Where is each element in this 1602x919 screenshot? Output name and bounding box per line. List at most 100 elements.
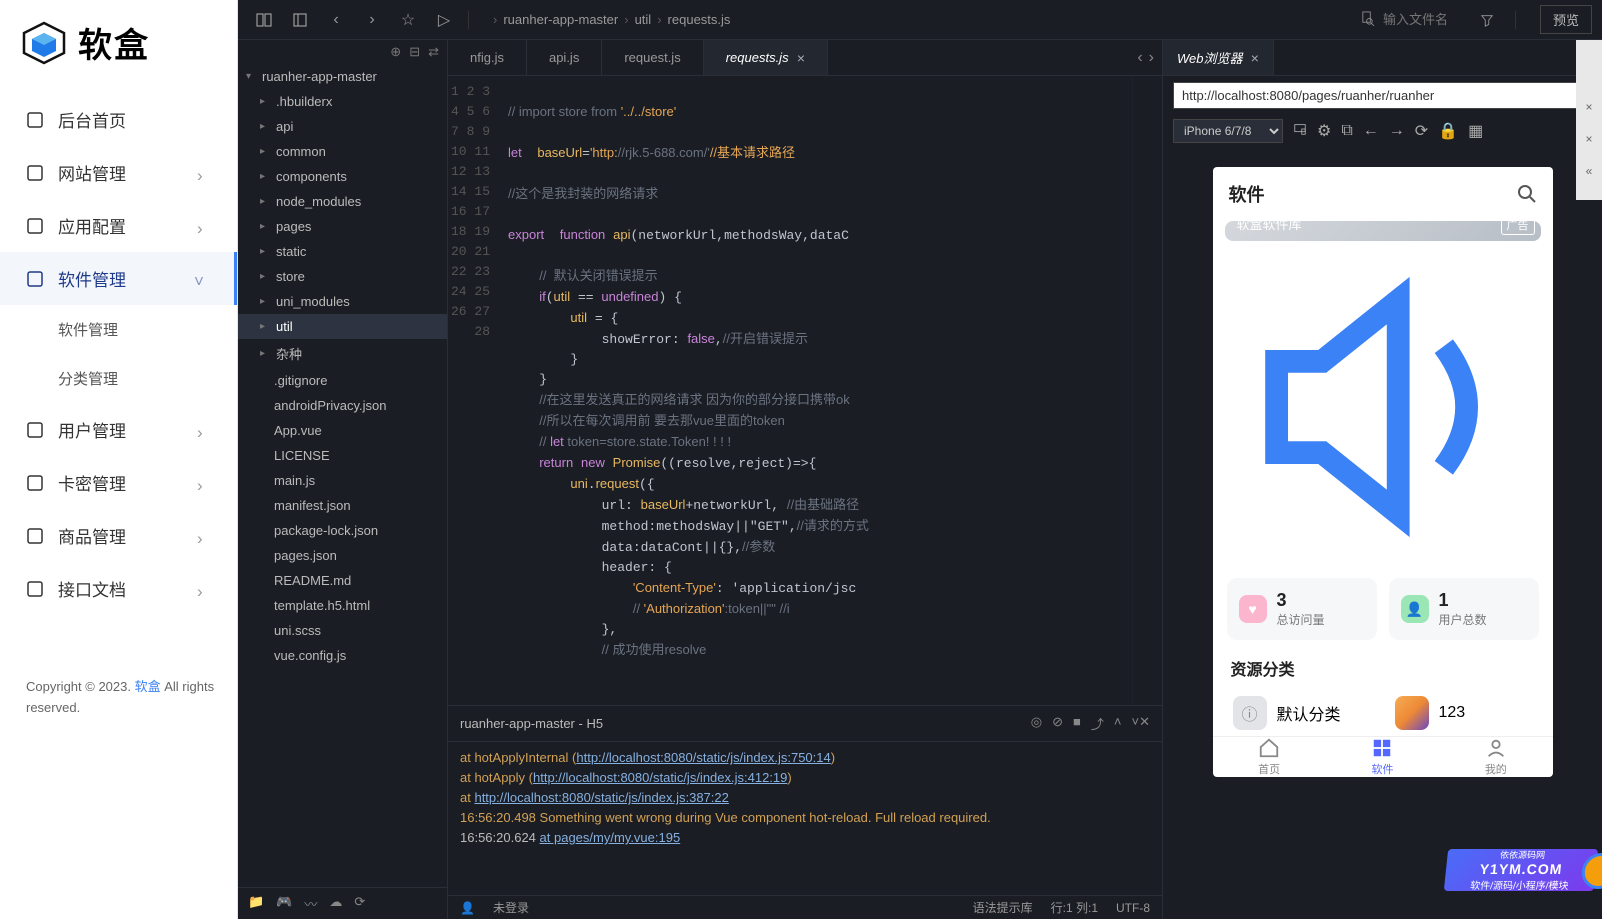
footer-link[interactable]: 软盒 bbox=[135, 679, 161, 694]
search-input[interactable] bbox=[1383, 12, 1463, 27]
close-icon[interactable]: × bbox=[1251, 50, 1259, 66]
tab-scroll-left-icon[interactable]: ‹ bbox=[1137, 49, 1142, 67]
file-item[interactable]: LICENSE bbox=[238, 443, 447, 468]
menu-6[interactable]: 商品管理› bbox=[0, 509, 237, 562]
stat-visits[interactable]: ♥ 3总访问量 bbox=[1227, 578, 1377, 640]
reload-icon[interactable]: ⟳ bbox=[1415, 121, 1428, 141]
preview-tab[interactable]: Web浏览器× bbox=[1163, 40, 1274, 75]
console-up-icon[interactable]: ˄ bbox=[1114, 714, 1122, 733]
announce-bar[interactable] bbox=[1213, 241, 1553, 578]
file-item[interactable]: template.h5.html bbox=[238, 593, 447, 618]
dock-icon[interactable] bbox=[248, 6, 280, 34]
console-target-icon[interactable]: ◎ bbox=[1031, 714, 1042, 733]
status-encoding[interactable]: UTF-8 bbox=[1116, 901, 1150, 915]
submenu-item[interactable]: 软件管理 bbox=[58, 305, 237, 354]
wave-icon[interactable]: 〰 bbox=[304, 894, 317, 913]
folder-static[interactable]: ▸static bbox=[238, 239, 447, 264]
code-area[interactable]: // import store from '../../store' let b… bbox=[498, 76, 1132, 705]
file-item[interactable]: androidPrivacy.json bbox=[238, 393, 447, 418]
folder-common[interactable]: ▸common bbox=[238, 139, 447, 164]
folder-icon[interactable]: 📁 bbox=[248, 894, 264, 913]
console-body[interactable]: at hotApplyInternal (http://localhost:80… bbox=[448, 742, 1162, 895]
back-icon[interactable]: ‹ bbox=[320, 6, 352, 34]
breadcrumb[interactable]: ›ruanher-app-master ›util ›requests.js bbox=[487, 12, 730, 27]
link-icon[interactable]: ⇄ bbox=[428, 44, 439, 60]
file-item[interactable]: vue.config.js bbox=[238, 643, 447, 668]
console-export-icon[interactable]: ⤴ bbox=[1091, 714, 1104, 733]
tab-request.js[interactable]: request.js bbox=[602, 40, 703, 75]
screenshot-icon[interactable]: ⧉ bbox=[1341, 122, 1352, 140]
settings-icon[interactable]: ⚙ bbox=[1317, 121, 1331, 141]
editor-body[interactable]: 1 2 3 4 5 6 7 8 9 10 11 12 13 14 15 16 1… bbox=[448, 76, 1162, 705]
menu-5[interactable]: 卡密管理› bbox=[0, 456, 237, 509]
minimap[interactable] bbox=[1132, 76, 1162, 705]
folder-.hbuilderx[interactable]: ▸.hbuilderx bbox=[238, 89, 447, 114]
panel-icon[interactable] bbox=[284, 6, 316, 34]
folder-util[interactable]: ▸util bbox=[238, 314, 447, 339]
tab-requests.js[interactable]: requests.js× bbox=[704, 40, 828, 75]
menu-2[interactable]: 应用配置› bbox=[0, 199, 237, 252]
lock-icon[interactable]: 🔒 bbox=[1438, 121, 1458, 141]
file-item[interactable]: App.vue bbox=[238, 418, 447, 443]
tab-nfig.js[interactable]: nfig.js bbox=[448, 40, 527, 75]
nav-back-icon[interactable]: ← bbox=[1363, 122, 1379, 140]
crumb-1[interactable]: util bbox=[635, 12, 652, 27]
folder-node_modules[interactable]: ▸node_modules bbox=[238, 189, 447, 214]
close-x-1[interactable]: × bbox=[1585, 100, 1592, 114]
search-icon[interactable] bbox=[1517, 184, 1537, 204]
menu-7[interactable]: 接口文档› bbox=[0, 562, 237, 615]
device-select[interactable]: iPhone 6/7/8 bbox=[1173, 119, 1283, 143]
tabbar-software[interactable]: 软件 bbox=[1326, 737, 1439, 777]
tree-root[interactable]: ▾ruanher-app-master bbox=[238, 64, 447, 89]
forward-icon[interactable]: › bbox=[356, 6, 388, 34]
folder-pages[interactable]: ▸pages bbox=[238, 214, 447, 239]
preview-button[interactable]: 预览 bbox=[1540, 5, 1592, 34]
file-item[interactable]: main.js bbox=[238, 468, 447, 493]
folder-components[interactable]: ▸components bbox=[238, 164, 447, 189]
tab-scroll-right-icon[interactable]: › bbox=[1149, 49, 1154, 67]
add-icon[interactable]: ⊕ bbox=[390, 44, 401, 60]
nav-forward-icon[interactable]: → bbox=[1389, 122, 1405, 140]
folder-store[interactable]: ▸store bbox=[238, 264, 447, 289]
star-icon[interactable]: ☆ bbox=[392, 6, 424, 34]
file-item[interactable]: package-lock.json bbox=[238, 518, 447, 543]
cat-default[interactable]: ⓘ默认分类 bbox=[1227, 690, 1377, 736]
file-item[interactable]: pages.json bbox=[238, 543, 447, 568]
status-syntax[interactable]: 语法提示库 bbox=[973, 899, 1033, 916]
file-item[interactable]: manifest.json bbox=[238, 493, 447, 518]
menu-1[interactable]: 网站管理› bbox=[0, 146, 237, 199]
cat-123[interactable]: 123 bbox=[1389, 690, 1539, 736]
user-icon[interactable]: 👤 bbox=[460, 901, 475, 915]
folder-杂种[interactable]: ▸杂种 bbox=[238, 339, 447, 368]
submenu-item[interactable]: 分类管理 bbox=[58, 354, 237, 403]
filter-icon[interactable] bbox=[1471, 6, 1503, 34]
menu-4[interactable]: 用户管理› bbox=[0, 403, 237, 456]
address-input[interactable] bbox=[1173, 82, 1592, 109]
close-x-3[interactable]: « bbox=[1586, 164, 1593, 178]
search-doc-icon[interactable] bbox=[1360, 11, 1375, 29]
responsive-icon[interactable] bbox=[1293, 122, 1307, 141]
sync-icon[interactable]: ⟳ bbox=[354, 894, 365, 913]
status-login[interactable]: 未登录 bbox=[493, 899, 529, 916]
file-item[interactable]: uni.scss bbox=[238, 618, 447, 643]
collapse-icon[interactable]: ⊟ bbox=[409, 44, 420, 60]
stat-users[interactable]: 👤 1用户总数 bbox=[1389, 578, 1539, 640]
file-item[interactable]: README.md bbox=[238, 568, 447, 593]
qr-icon[interactable]: ▦ bbox=[1468, 121, 1483, 141]
crumb-2[interactable]: requests.js bbox=[668, 12, 731, 27]
folder-uni_modules[interactable]: ▸uni_modules bbox=[238, 289, 447, 314]
status-linecol[interactable]: 行:1 列:1 bbox=[1051, 899, 1098, 916]
cloud-icon[interactable]: ☁ bbox=[329, 894, 342, 913]
menu-3[interactable]: 软件管理˅ bbox=[0, 252, 237, 305]
file-item[interactable]: .gitignore bbox=[238, 368, 447, 393]
console-stop-icon[interactable]: ■ bbox=[1073, 714, 1081, 733]
close-x-2[interactable]: × bbox=[1585, 132, 1592, 146]
folder-api[interactable]: ▸api bbox=[238, 114, 447, 139]
phone-banner[interactable]: 软盒软件库 广告 bbox=[1225, 221, 1541, 241]
tabbar-mine[interactable]: 我的 bbox=[1439, 737, 1552, 777]
run-icon[interactable]: ▷ bbox=[428, 6, 460, 34]
tabbar-home[interactable]: 首页 bbox=[1213, 737, 1326, 777]
menu-0[interactable]: 后台首页 bbox=[0, 93, 237, 146]
game-icon[interactable]: 🎮 bbox=[276, 894, 292, 913]
tab-api.js[interactable]: api.js bbox=[527, 40, 602, 75]
